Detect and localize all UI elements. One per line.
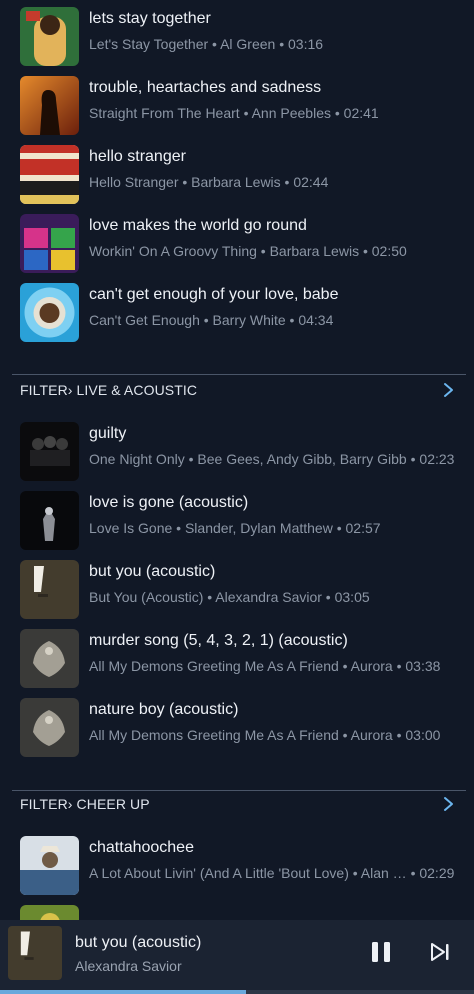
song-title: lets stay together [89, 10, 211, 27]
song-title: can't get enough of your love, babe [89, 286, 339, 303]
song-meta: All My Demons Greeting Me As A Friend • … [89, 727, 441, 743]
playback-progress-fill [0, 990, 247, 994]
section-label: FILTER› LIVE & ACOUSTIC [20, 382, 198, 398]
song-row[interactable]: but you (acoustic) But You (Acoustic) • … [0, 553, 474, 622]
song-title: guilty [89, 425, 127, 442]
album-art [20, 836, 79, 895]
song-row[interactable]: nature boy (acoustic) All My Demons Gree… [0, 691, 474, 760]
section-header-cheer-up[interactable]: FILTER› CHEER UP [20, 792, 460, 816]
song-meta: A Lot About Livin' (And A Little 'Bout L… [89, 865, 455, 881]
pause-icon[interactable] [370, 940, 392, 964]
chevron-right-icon[interactable] [442, 382, 456, 398]
song-meta: Straight From The Heart • Ann Peebles • … [89, 105, 379, 121]
song-meta: But You (Acoustic) • Alexandra Savior • … [89, 589, 370, 605]
song-row[interactable]: chattahoochee A Lot About Livin' (And A … [0, 829, 474, 898]
song-row[interactable]: love is gone (acoustic) Love Is Gone • S… [0, 484, 474, 553]
album-art [20, 76, 79, 135]
song-row[interactable]: can't get enough of your love, babe Can'… [0, 276, 474, 345]
album-art [20, 698, 79, 757]
song-title: love makes the world go round [89, 217, 307, 234]
now-playing-album-art [8, 926, 62, 980]
album-art [20, 145, 79, 204]
section-label: FILTER› CHEER UP [20, 796, 150, 812]
now-playing-artist: Alexandra Savior [75, 958, 182, 974]
song-meta: Workin' On A Groovy Thing • Barbara Lewi… [89, 243, 407, 259]
skip-next-icon[interactable] [428, 940, 452, 964]
song-title: hello stranger [89, 148, 186, 165]
song-meta: Can't Get Enough • Barry White • 04:34 [89, 312, 334, 328]
song-meta: Let's Stay Together • Al Green • 03:16 [89, 36, 324, 52]
album-art [20, 629, 79, 688]
album-art [20, 491, 79, 550]
song-meta: Love Is Gone • Slander, Dylan Matthew • … [89, 520, 381, 536]
song-meta: One Night Only • Bee Gees, Andy Gibb, Ba… [89, 451, 455, 467]
section-divider [12, 374, 466, 375]
song-meta: Hello Stranger • Barbara Lewis • 02:44 [89, 174, 329, 190]
section-header-live-acoustic[interactable]: FILTER› LIVE & ACOUSTIC [20, 378, 460, 402]
song-row[interactable]: hello stranger Hello Stranger • Barbara … [0, 138, 474, 207]
song-row[interactable]: guilty One Night Only • Bee Gees, Andy G… [0, 415, 474, 484]
song-row[interactable]: lets stay together Let's Stay Together •… [0, 0, 474, 69]
song-title: but you (acoustic) [89, 563, 216, 580]
playback-progress-bar[interactable] [0, 990, 474, 994]
song-title: love is gone (acoustic) [89, 494, 249, 511]
chevron-right-icon[interactable] [442, 796, 456, 812]
song-title: nature boy (acoustic) [89, 701, 239, 718]
section-divider [12, 790, 466, 791]
now-playing-title: but you (acoustic) [75, 934, 202, 951]
song-row[interactable]: murder song (5, 4, 3, 2, 1) (acoustic) A… [0, 622, 474, 691]
album-art [20, 283, 79, 342]
song-meta: All My Demons Greeting Me As A Friend • … [89, 658, 441, 674]
song-title: trouble, heartaches and sadness [89, 79, 322, 96]
album-art [20, 214, 79, 273]
song-title: murder song (5, 4, 3, 2, 1) (acoustic) [89, 632, 348, 649]
album-art [20, 422, 79, 481]
song-row[interactable]: love makes the world go round Workin' On… [0, 207, 474, 276]
now-playing-bar[interactable]: but you (acoustic) Alexandra Savior [0, 920, 474, 994]
song-row[interactable]: trouble, heartaches and sadness Straight… [0, 69, 474, 138]
song-title: chattahoochee [89, 839, 194, 856]
album-art [20, 560, 79, 619]
album-art [20, 7, 79, 66]
